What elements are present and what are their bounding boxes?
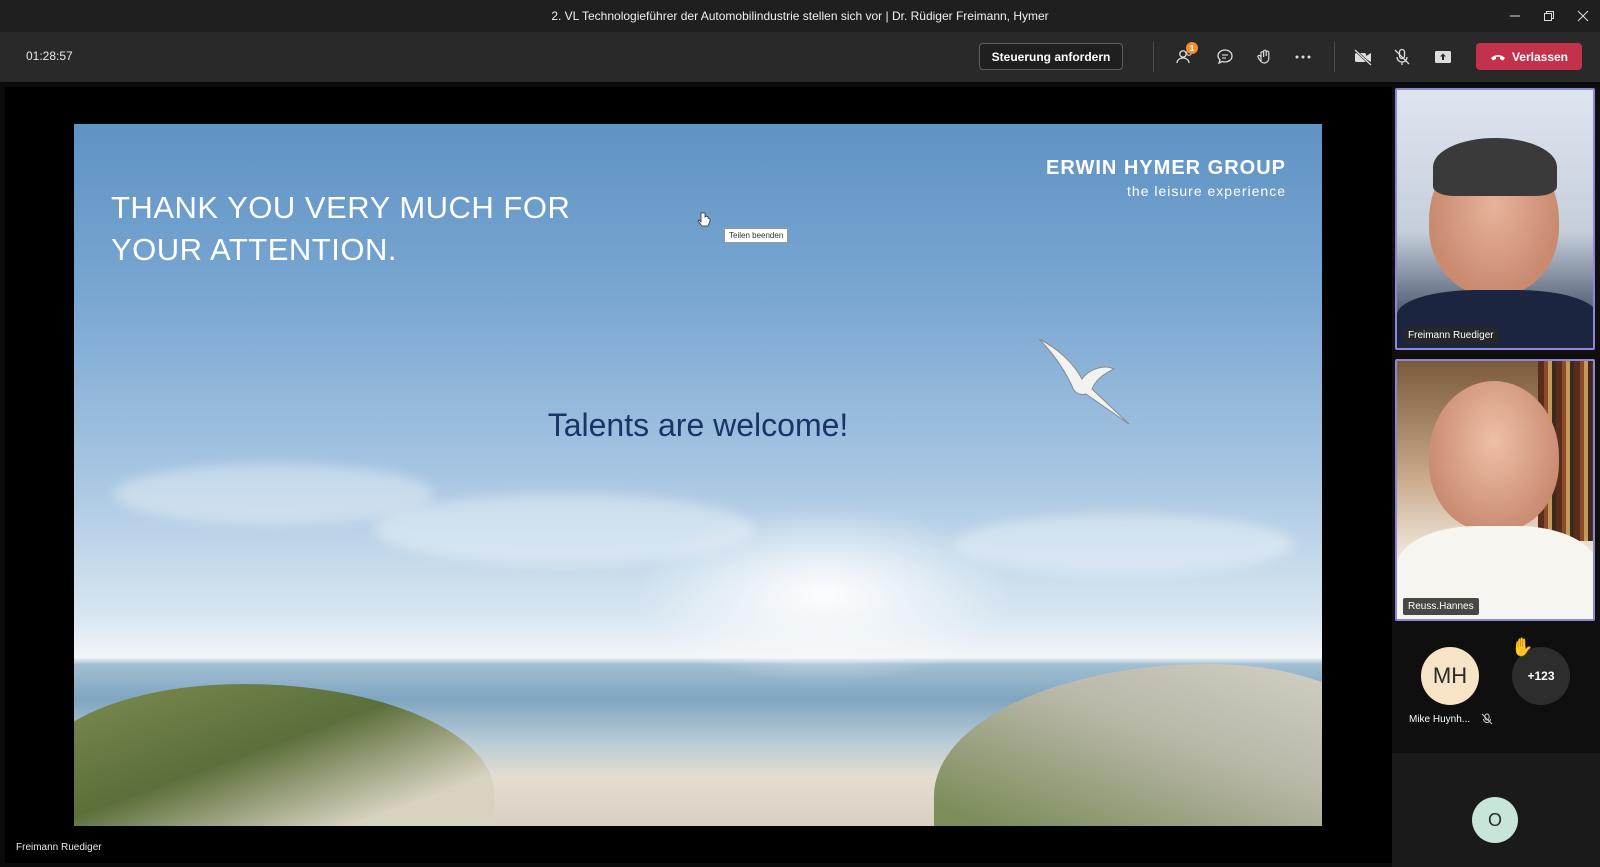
chat-button[interactable] <box>1213 45 1237 69</box>
reactions-button[interactable] <box>1252 45 1276 69</box>
window-title: 2. VL Technologieführer der Automobilind… <box>551 9 1049 23</box>
title-bar: 2. VL Technologieführer der Automobilind… <box>0 0 1600 32</box>
dune-right <box>934 664 1322 826</box>
mic-off-icon <box>1394 48 1410 65</box>
mic-off-icon <box>1481 713 1493 725</box>
mic-toggle-button[interactable] <box>1390 45 1414 69</box>
stop-sharing-tooltip: Teilen beenden <box>724 228 789 243</box>
reactions-icon <box>1257 49 1270 64</box>
slide-cloud <box>954 514 1294 574</box>
sun-haze <box>634 504 1014 684</box>
slide-cloud <box>114 464 434 524</box>
self-preview-card: O <box>1392 753 1600 867</box>
more-options-button[interactable] <box>1291 45 1315 69</box>
tile-name-label: Freimann Ruediger <box>1403 327 1499 344</box>
welcome-text: Talents are welcome! <box>547 407 849 443</box>
request-control-button[interactable]: Steuerung anfordern <box>979 43 1123 70</box>
video-tile-reuss[interactable]: Reuss.Hannes <box>1395 359 1595 621</box>
shared-slide: THANK YOU VERY MUCH FOR YOUR ATTENTION. … <box>74 124 1322 826</box>
participant-avatar-mh[interactable]: MH <box>1421 647 1479 705</box>
brand-logo: ERWIN HYMER GROUP the leisure experience <box>1046 157 1286 199</box>
meeting-toolbar: 01:28:57 Steuerung anfordern 1 Verlassen <box>0 32 1600 82</box>
minimize-button[interactable] <box>1498 0 1532 32</box>
share-icon <box>1435 51 1451 63</box>
chat-icon <box>1217 49 1233 65</box>
participants-sidebar: Freimann Ruediger Reuss.Hannes MH Mike H… <box>1392 87 1600 867</box>
toolbar-divider <box>1153 42 1154 72</box>
toolbar-divider <box>1334 42 1335 72</box>
participant-avatar-o[interactable]: O <box>1472 797 1518 843</box>
close-button[interactable] <box>1566 0 1600 32</box>
presenter-name-label: Freimann Ruediger <box>16 842 102 853</box>
participants-badge: 1 <box>1186 42 1198 54</box>
dune-left <box>74 684 494 826</box>
participants-button[interactable]: 1 <box>1173 42 1198 69</box>
close-icon <box>1577 10 1589 22</box>
restore-icon <box>1544 11 1554 21</box>
participant-video-detail <box>1433 138 1557 196</box>
leave-button[interactable]: Verlassen <box>1476 43 1582 70</box>
more-icon <box>1295 55 1311 59</box>
slide-headline: THANK YOU VERY MUCH FOR YOUR ATTENTION. <box>111 190 571 267</box>
participant-video <box>1429 381 1559 531</box>
minimize-icon <box>1510 15 1520 17</box>
camera-toggle-button[interactable] <box>1351 45 1375 69</box>
cursor-hand-icon <box>697 212 711 227</box>
window-controls <box>1498 0 1600 32</box>
tile-name-label: Reuss.Hannes <box>1403 598 1479 615</box>
raised-hand-icon: ✋ <box>1511 637 1534 657</box>
participant-avatar-name: Mike Huynh... <box>1409 714 1471 725</box>
video-tile-freimann[interactable]: Freimann Ruediger <box>1395 88 1595 350</box>
leave-label: Verlassen <box>1511 49 1569 64</box>
brand-name: ERWIN HYMER GROUP <box>1046 157 1286 179</box>
share-button[interactable] <box>1431 45 1455 69</box>
phone-hangup-icon <box>1490 54 1505 60</box>
camera-off-icon <box>1354 49 1372 66</box>
brand-tagline: the leisure experience <box>1127 183 1286 199</box>
restore-button[interactable] <box>1532 0 1566 32</box>
meeting-timer: 01:28:57 <box>26 49 73 63</box>
